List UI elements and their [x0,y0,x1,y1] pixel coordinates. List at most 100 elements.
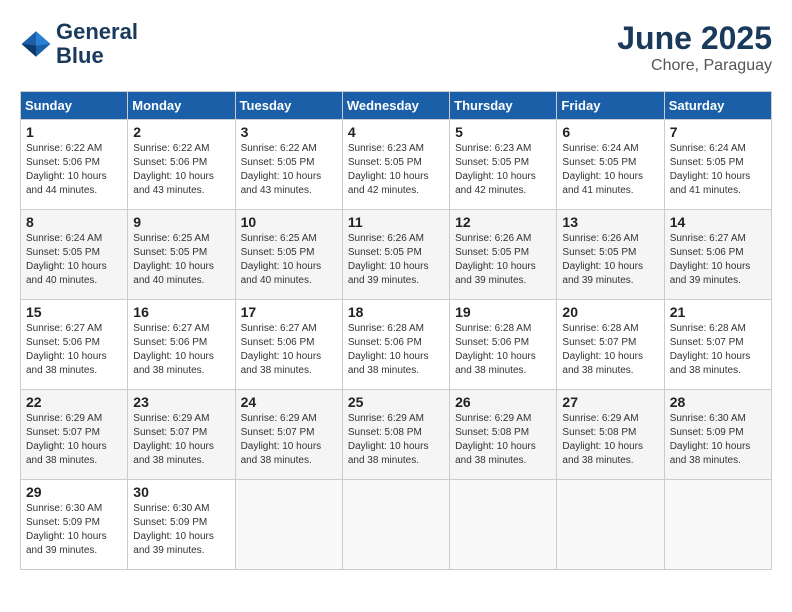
title-block: June 2025 Chore, Paraguay [617,20,772,75]
table-row: 24 Sunrise: 6:29 AMSunset: 5:07 PMDayligh… [235,390,342,480]
day-header-friday: Friday [557,92,664,120]
day-header-thursday: Thursday [450,92,557,120]
table-row: 11 Sunrise: 6:26 AMSunset: 5:05 PMDayligh… [342,210,449,300]
day-number: 29 [26,484,122,500]
day-info: Sunrise: 6:28 AMSunset: 5:07 PMDaylight:… [562,323,643,376]
day-info: Sunrise: 6:29 AMSunset: 5:08 PMDaylight:… [348,413,429,466]
day-info: Sunrise: 6:30 AMSunset: 5:09 PMDaylight:… [133,503,214,556]
day-number: 21 [670,304,766,320]
day-number: 16 [133,304,229,320]
day-number: 2 [133,124,229,140]
day-info: Sunrise: 6:27 AMSunset: 5:06 PMDaylight:… [133,323,214,376]
day-info: Sunrise: 6:22 AMSunset: 5:05 PMDaylight:… [241,143,322,196]
day-number: 26 [455,394,551,410]
month-title: June 2025 [617,20,772,57]
day-info: Sunrise: 6:26 AMSunset: 5:05 PMDaylight:… [562,233,643,286]
table-row: 14 Sunrise: 6:27 AMSunset: 5:06 PMDayligh… [664,210,771,300]
calendar-week-2: 8 Sunrise: 6:24 AMSunset: 5:05 PMDaylight… [21,210,772,300]
day-number: 22 [26,394,122,410]
day-info: Sunrise: 6:27 AMSunset: 5:06 PMDaylight:… [241,323,322,376]
day-number: 17 [241,304,337,320]
table-row: 23Sunrise: 6:29 AMSunset: 5:07 PMDayligh… [128,390,235,480]
day-number: 11 [348,214,444,230]
day-info: Sunrise: 6:28 AMSunset: 5:06 PMDaylight:… [348,323,429,376]
table-row [557,480,664,570]
day-number: 20 [562,304,658,320]
table-row: 9Sunrise: 6:25 AMSunset: 5:05 PMDaylight… [128,210,235,300]
table-row: 4Sunrise: 6:23 AMSunset: 5:05 PMDaylight… [342,120,449,210]
day-info: Sunrise: 6:24 AMSunset: 5:05 PMDaylight:… [562,143,643,196]
days-header-row: SundayMondayTuesdayWednesdayThursdayFrid… [21,92,772,120]
day-info: Sunrise: 6:22 AMSunset: 5:06 PMDaylight:… [133,143,214,196]
day-header-wednesday: Wednesday [342,92,449,120]
day-number: 6 [562,124,658,140]
day-number: 15 [26,304,122,320]
day-info: Sunrise: 6:26 AMSunset: 5:05 PMDaylight:… [455,233,536,286]
table-row: 2 Sunrise: 6:22 AMSunset: 5:06 PMDaylight… [128,120,235,210]
calendar-week-3: 15 Sunrise: 6:27 AMSunset: 5:06 PMDayligh… [21,300,772,390]
day-number: 8 [26,214,122,230]
day-number: 30 [133,484,229,500]
day-info: Sunrise: 6:29 AMSunset: 5:07 PMDaylight:… [133,413,214,466]
day-number: 12 [455,214,551,230]
day-number: 18 [348,304,444,320]
calendar-table: SundayMondayTuesdayWednesdayThursdayFrid… [20,91,772,570]
logo-icon [20,28,52,60]
day-info: Sunrise: 6:25 AMSunset: 5:05 PMDaylight:… [241,233,322,286]
calendar-week-1: 1Sunrise: 6:22 AMSunset: 5:06 PMDaylight… [21,120,772,210]
day-info: Sunrise: 6:24 AMSunset: 5:05 PMDaylight:… [26,233,107,286]
day-number: 25 [348,394,444,410]
table-row: 20 Sunrise: 6:28 AMSunset: 5:07 PMDayligh… [557,300,664,390]
day-number: 28 [670,394,766,410]
table-row: 28 Sunrise: 6:30 AMSunset: 5:09 PMDayligh… [664,390,771,480]
table-row: 21Sunrise: 6:28 AMSunset: 5:07 PMDayligh… [664,300,771,390]
table-row: 1Sunrise: 6:22 AMSunset: 5:06 PMDaylight… [21,120,128,210]
table-row: 27 Sunrise: 6:29 AMSunset: 5:08 PMDayligh… [557,390,664,480]
day-info: Sunrise: 6:23 AMSunset: 5:05 PMDaylight:… [455,143,536,196]
day-info: Sunrise: 6:27 AMSunset: 5:06 PMDaylight:… [670,233,751,286]
table-row: 5 Sunrise: 6:23 AMSunset: 5:05 PMDaylight… [450,120,557,210]
table-row: 6 Sunrise: 6:24 AMSunset: 5:05 PMDaylight… [557,120,664,210]
day-number: 13 [562,214,658,230]
day-number: 27 [562,394,658,410]
table-row: 25 Sunrise: 6:29 AMSunset: 5:08 PMDayligh… [342,390,449,480]
day-info: Sunrise: 6:30 AMSunset: 5:09 PMDaylight:… [670,413,751,466]
day-number: 24 [241,394,337,410]
day-info: Sunrise: 6:29 AMSunset: 5:08 PMDaylight:… [455,413,536,466]
day-info: Sunrise: 6:29 AMSunset: 5:08 PMDaylight:… [562,413,643,466]
day-number: 5 [455,124,551,140]
table-row: 15 Sunrise: 6:27 AMSunset: 5:06 PMDayligh… [21,300,128,390]
day-number: 19 [455,304,551,320]
day-info: Sunrise: 6:29 AMSunset: 5:07 PMDaylight:… [26,413,107,466]
day-info: Sunrise: 6:27 AMSunset: 5:06 PMDaylight:… [26,323,107,376]
day-number: 10 [241,214,337,230]
table-row: 22 Sunrise: 6:29 AMSunset: 5:07 PMDayligh… [21,390,128,480]
logo-text: General Blue [56,20,138,68]
table-row: 17 Sunrise: 6:27 AMSunset: 5:06 PMDayligh… [235,300,342,390]
day-info: Sunrise: 6:29 AMSunset: 5:07 PMDaylight:… [241,413,322,466]
table-row: 7 Sunrise: 6:24 AMSunset: 5:05 PMDaylight… [664,120,771,210]
day-number: 14 [670,214,766,230]
table-row: 26 Sunrise: 6:29 AMSunset: 5:08 PMDayligh… [450,390,557,480]
day-header-monday: Monday [128,92,235,120]
day-number: 3 [241,124,337,140]
day-info: Sunrise: 6:28 AMSunset: 5:06 PMDaylight:… [455,323,536,376]
day-header-tuesday: Tuesday [235,92,342,120]
table-row: 30 Sunrise: 6:30 AMSunset: 5:09 PMDayligh… [128,480,235,570]
table-row: 16 Sunrise: 6:27 AMSunset: 5:06 PMDayligh… [128,300,235,390]
day-header-sunday: Sunday [21,92,128,120]
table-row [664,480,771,570]
day-number: 9 [133,214,229,230]
table-row: 10 Sunrise: 6:25 AMSunset: 5:05 PMDayligh… [235,210,342,300]
day-number: 7 [670,124,766,140]
day-number: 4 [348,124,444,140]
table-row [235,480,342,570]
calendar-week-5: 29 Sunrise: 6:30 AMSunset: 5:09 PMDayligh… [21,480,772,570]
table-row [450,480,557,570]
table-row: 29Sunrise: 6:30 AMSunset: 5:09 PMDayligh… [21,480,128,570]
day-info: Sunrise: 6:22 AMSunset: 5:06 PMDaylight:… [26,143,107,196]
table-row: 13 Sunrise: 6:26 AMSunset: 5:05 PMDayligh… [557,210,664,300]
calendar-week-4: 22 Sunrise: 6:29 AMSunset: 5:07 PMDayligh… [21,390,772,480]
day-info: Sunrise: 6:24 AMSunset: 5:05 PMDaylight:… [670,143,751,196]
day-info: Sunrise: 6:26 AMSunset: 5:05 PMDaylight:… [348,233,429,286]
